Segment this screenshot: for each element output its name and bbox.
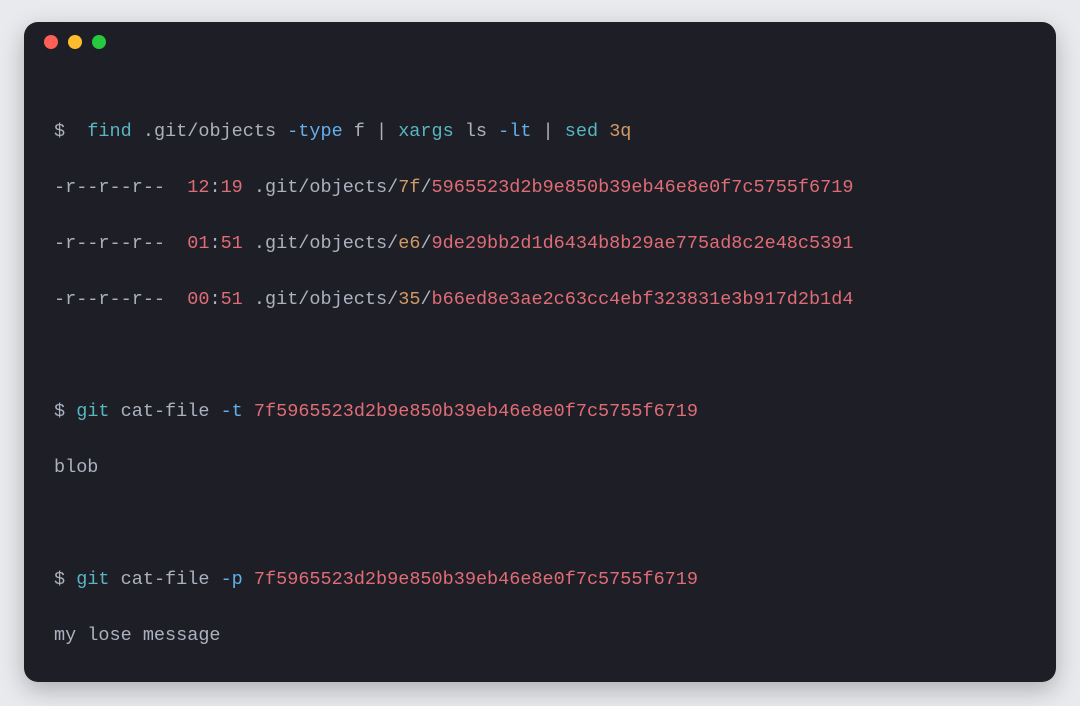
ls-row: -r--r--r-- 00:51 .git/objects/35/b66ed8e… bbox=[54, 286, 1026, 314]
blank-line bbox=[54, 342, 1026, 370]
titlebar bbox=[24, 22, 1056, 62]
ls-row: -r--r--r-- 01:51 .git/objects/e6/9de29bb… bbox=[54, 230, 1026, 258]
blank-line bbox=[54, 510, 1026, 538]
zoom-icon[interactable] bbox=[92, 35, 106, 49]
output-blob: blob bbox=[54, 454, 1026, 482]
terminal-window: $ find .git/objects -type f | xargs ls -… bbox=[24, 22, 1056, 682]
cmd-find: $ find .git/objects -type f | xargs ls -… bbox=[54, 118, 1026, 146]
cmd-catfile-p1: $ git cat-file -p 7f5965523d2b9e850b39eb… bbox=[54, 566, 1026, 594]
cmd-catfile-t1: $ git cat-file -t 7f5965523d2b9e850b39eb… bbox=[54, 398, 1026, 426]
close-icon[interactable] bbox=[44, 35, 58, 49]
minimize-icon[interactable] bbox=[68, 35, 82, 49]
terminal-output[interactable]: $ find .git/objects -type f | xargs ls -… bbox=[24, 62, 1056, 682]
output-message: my lose message bbox=[54, 622, 1026, 650]
ls-row: -r--r--r-- 12:19 .git/objects/7f/5965523… bbox=[54, 174, 1026, 202]
blank-line bbox=[54, 678, 1026, 682]
